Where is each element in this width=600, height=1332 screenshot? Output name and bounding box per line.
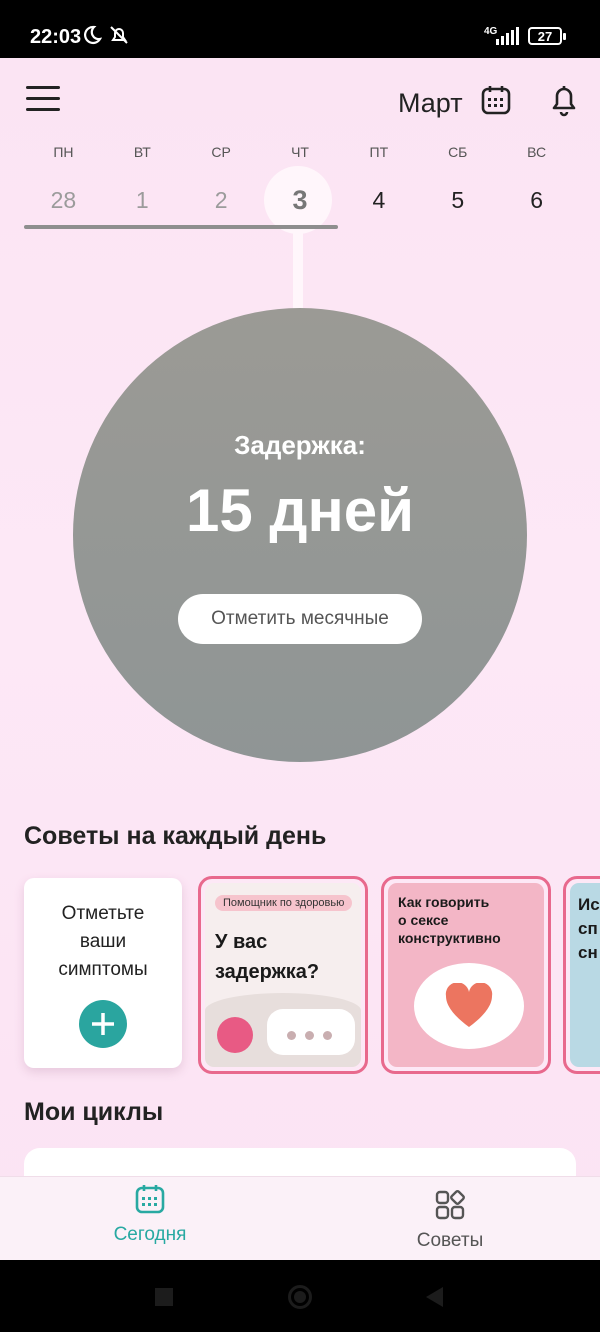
story-card-delay[interactable]: Помощник по здоровью У вас задержка?	[198, 876, 368, 1074]
weekday-row: ПН ВТ СР ЧТ ПТ СБ ВС	[24, 144, 576, 160]
story-card-partial[interactable]: Ис сп сн	[563, 876, 600, 1074]
date-cell[interactable]: 4	[339, 182, 418, 218]
nav-tips-label: Советы	[416, 1230, 484, 1251]
past-days-underline	[24, 225, 338, 229]
my-cycles-title: Мои циклы	[24, 1098, 164, 1126]
date-cell[interactable]: 5	[418, 182, 497, 218]
cycle-status-circle: Задержка: 15 дней Отметить месячные	[73, 308, 527, 762]
back-button[interactable]	[426, 1287, 443, 1307]
recent-apps-button[interactable]	[155, 1288, 173, 1306]
weekday-label: ВТ	[133, 144, 151, 160]
grid-icon	[435, 1190, 465, 1220]
story-tag: Помощник по здоровью	[215, 895, 353, 911]
plus-icon	[92, 1013, 114, 1035]
app-screen: Март ПН ВТ СР ЧТ ПТ СБ ВС 28 1 2 3 4 5 6…	[0, 58, 600, 1260]
story-title: Ис сп сн	[578, 895, 600, 962]
date-cell[interactable]: 6	[497, 182, 576, 218]
bell-icon	[552, 86, 576, 117]
date-cell-today[interactable]: 3	[261, 182, 340, 218]
status-time: 22:03	[30, 26, 82, 48]
date-row: 28 1 2 3 4 5 6	[24, 182, 576, 218]
date-cell[interactable]: 1	[103, 182, 182, 218]
weekday-label: ПТ	[369, 144, 389, 160]
date-cell[interactable]: 2	[182, 182, 261, 218]
bottom-navigation: Сегодня Советы	[0, 1176, 600, 1260]
story-card-communication[interactable]: Как говорить о сексе конструктивно	[381, 876, 551, 1074]
status-bar: 22:03 4G 27	[0, 0, 600, 58]
log-symptoms-card[interactable]: Отметьте ваши симптомы	[24, 878, 182, 1068]
weekday-label: ПН	[53, 144, 74, 160]
weekday-label: СБ	[448, 144, 468, 160]
petal-icon	[217, 1017, 253, 1053]
delay-value: 15 дней	[186, 477, 414, 544]
nav-today-tab[interactable]: Сегодня	[90, 1183, 210, 1246]
menu-button[interactable]	[26, 86, 60, 114]
delay-label: Задержка:	[234, 430, 366, 460]
today-connector	[293, 228, 303, 310]
moon-icon	[80, 24, 103, 51]
calendar-today-icon	[135, 1185, 165, 1214]
nav-today-label: Сегодня	[113, 1224, 187, 1245]
home-button[interactable]	[288, 1285, 312, 1309]
heart-icon	[445, 983, 493, 1027]
signal-icon	[496, 27, 520, 50]
add-symptom-button[interactable]	[79, 1000, 127, 1048]
log-symptoms-text: Отметьте ваши симптомы	[58, 903, 148, 980]
calendar-icon	[481, 86, 511, 115]
date-cell[interactable]: 28	[24, 182, 103, 218]
month-title[interactable]: Март	[398, 88, 463, 119]
weekday-label: ВС	[527, 144, 547, 160]
menu-icon	[26, 86, 60, 89]
log-period-button[interactable]: Отметить месячные	[178, 594, 422, 644]
story-title: Как говорить о сексе конструктивно	[398, 894, 501, 946]
story-title: У вас задержка?	[215, 931, 320, 983]
weekday-label: ЧТ	[291, 144, 309, 160]
tips-carousel[interactable]: Отметьте ваши симптомы Помощник по здоро…	[0, 876, 600, 1076]
tips-section-title: Советы на каждый день	[24, 822, 327, 850]
system-navigation-bar	[0, 1260, 600, 1332]
weekday-label: СР	[211, 144, 231, 160]
nav-tips-tab[interactable]: Советы	[390, 1183, 510, 1252]
notifications-button[interactable]	[548, 84, 580, 123]
bell-off-icon	[108, 24, 130, 51]
calendar-button[interactable]	[480, 84, 512, 121]
battery-indicator: 27	[528, 27, 566, 45]
